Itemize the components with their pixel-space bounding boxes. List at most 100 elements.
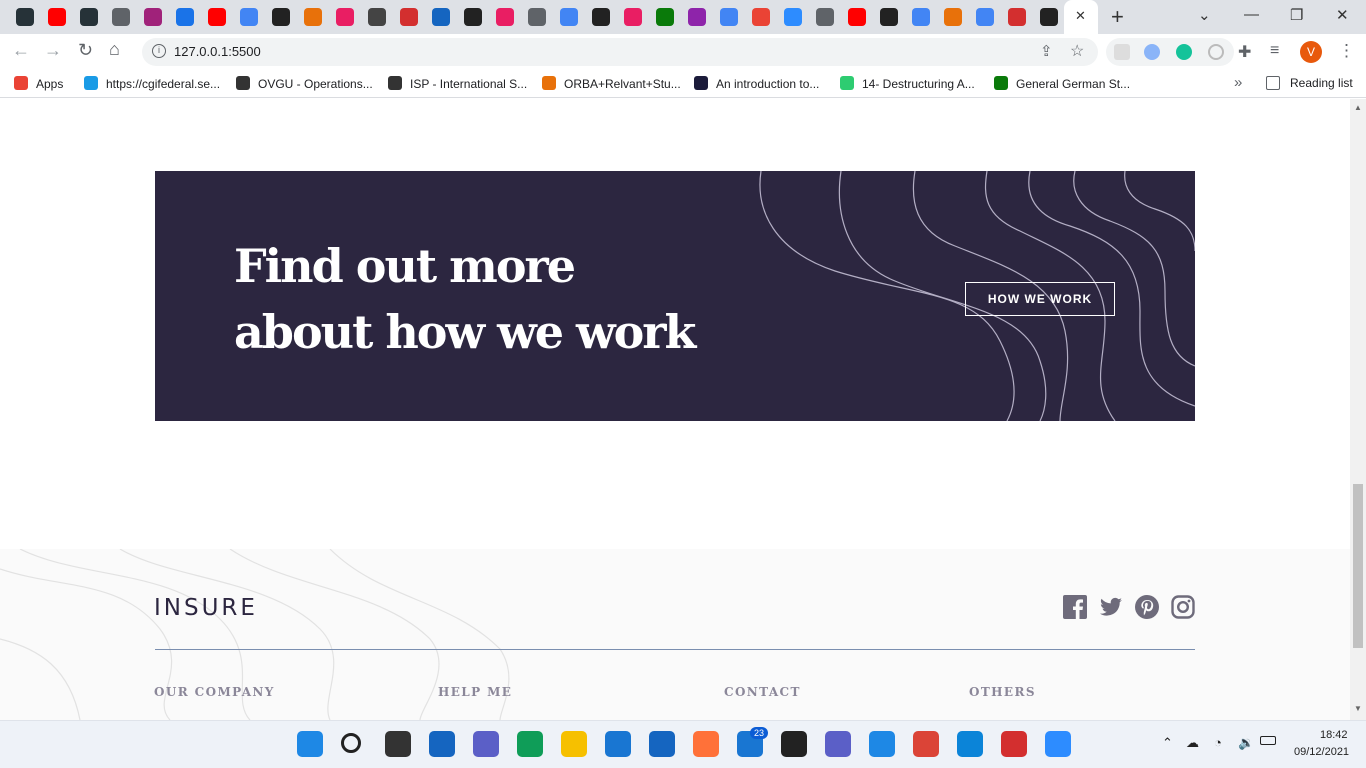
- widgets-icon[interactable]: [429, 731, 455, 757]
- tab-favicon-icon[interactable]: [752, 8, 770, 26]
- menu-icon[interactable]: ⋮: [1338, 41, 1355, 61]
- tab-favicon-icon[interactable]: [304, 8, 322, 26]
- how-we-work-button[interactable]: HOW WE WORK: [965, 282, 1115, 316]
- tab-favicon-icon[interactable]: [336, 8, 354, 26]
- file-explorer-icon[interactable]: [561, 731, 587, 757]
- clock-time[interactable]: 18:42: [1320, 729, 1348, 741]
- puzzle-icon[interactable]: ✚: [1238, 42, 1251, 62]
- onedrive-icon[interactable]: ☁: [1186, 735, 1199, 751]
- tab-favicon-icon[interactable]: [976, 8, 994, 26]
- acrobat-icon[interactable]: [1001, 731, 1027, 757]
- vscode-icon[interactable]: [869, 731, 895, 757]
- new-tab-button[interactable]: +: [1111, 4, 1124, 30]
- start-icon[interactable]: [297, 731, 323, 757]
- address-bar[interactable]: i 127.0.0.1:5500 ⇪ ☆: [142, 38, 1098, 66]
- tab-favicon-icon[interactable]: [656, 8, 674, 26]
- notepad-icon[interactable]: [957, 731, 983, 757]
- footer-logo[interactable]: INSURE: [154, 595, 258, 621]
- battery-icon[interactable]: [1260, 736, 1276, 745]
- tab-favicon-icon[interactable]: [272, 8, 290, 26]
- more-bookmarks[interactable]: »: [1234, 74, 1242, 91]
- tab-favicon-icon[interactable]: [944, 8, 962, 26]
- twitter-icon[interactable]: [1099, 595, 1123, 619]
- tab-search-icon[interactable]: ⌄: [1198, 6, 1211, 24]
- bookmark-item[interactable]: Apps: [14, 76, 63, 91]
- tab-favicon-icon[interactable]: [688, 8, 706, 26]
- tray-chevron-icon[interactable]: ⌃: [1162, 735, 1173, 751]
- profile-avatar[interactable]: V: [1300, 41, 1322, 63]
- tab-favicon-icon[interactable]: [496, 8, 514, 26]
- scrollbar-down-arrow[interactable]: ▼: [1354, 704, 1362, 713]
- restore-icon[interactable]: ❐: [1290, 6, 1303, 24]
- scrollbar-up-arrow[interactable]: ▲: [1354, 103, 1362, 112]
- wifi-icon[interactable]: ◔: [1214, 735, 1222, 750]
- teams-icon[interactable]: [825, 731, 851, 757]
- tab-favicon-icon[interactable]: [592, 8, 610, 26]
- tab-favicon-icon[interactable]: [848, 8, 866, 26]
- edge-icon[interactable]: [517, 731, 543, 757]
- tab-favicon-icon[interactable]: [624, 8, 642, 26]
- zoom-icon[interactable]: [1045, 731, 1071, 757]
- tab-favicon-icon[interactable]: [720, 8, 738, 26]
- extension-icon[interactable]: [1144, 44, 1160, 60]
- bookmark-item[interactable]: ISP - International S...: [388, 76, 527, 91]
- bookmark-item[interactable]: https://cgifederal.se...: [84, 76, 220, 91]
- bookmark-item[interactable]: General German St...: [994, 76, 1130, 91]
- tab-favicon-icon[interactable]: [784, 8, 802, 26]
- scrollbar-thumb[interactable]: [1353, 484, 1363, 648]
- tab-favicon-icon[interactable]: [16, 8, 34, 26]
- tab-favicon-icon[interactable]: [208, 8, 226, 26]
- reload-icon[interactable]: ↻: [78, 40, 93, 61]
- media-icon[interactable]: ≡: [1270, 42, 1279, 60]
- home-icon[interactable]: ⌂: [109, 39, 120, 60]
- tab-favicon-icon[interactable]: [880, 8, 898, 26]
- tab-favicon-icon[interactable]: [528, 8, 546, 26]
- pinterest-icon[interactable]: [1135, 595, 1159, 619]
- grammarly-icon[interactable]: [1176, 44, 1192, 60]
- firefox-icon[interactable]: [693, 731, 719, 757]
- tab-favicon-icon[interactable]: [368, 8, 386, 26]
- tab-favicon-icon[interactable]: [112, 8, 130, 26]
- tab-favicon-icon[interactable]: [1040, 8, 1058, 26]
- search-icon[interactable]: [341, 733, 361, 753]
- active-tab[interactable]: ✕: [1064, 0, 1098, 34]
- chrome-icon[interactable]: [913, 731, 939, 757]
- extension-icon[interactable]: [1114, 44, 1130, 60]
- page-scrollbar[interactable]: ▲ ▼: [1350, 99, 1366, 720]
- minimize-icon[interactable]: —: [1244, 6, 1259, 23]
- tab-favicon-icon[interactable]: [816, 8, 834, 26]
- tab-favicon-icon[interactable]: [400, 8, 418, 26]
- clock-date[interactable]: 09/12/2021: [1294, 746, 1349, 758]
- mail-icon[interactable]: [649, 731, 675, 757]
- url-text[interactable]: 127.0.0.1:5500: [174, 44, 261, 59]
- task-view-icon[interactable]: [385, 731, 411, 757]
- bookmark-item[interactable]: OVGU - Operations...: [236, 76, 373, 91]
- store-icon[interactable]: [605, 731, 631, 757]
- terminal-icon[interactable]: [781, 731, 807, 757]
- tab-favicon-icon[interactable]: [432, 8, 450, 26]
- facebook-icon[interactable]: [1063, 595, 1087, 619]
- site-info-icon[interactable]: i: [152, 44, 166, 58]
- bookmark-star-icon[interactable]: ☆: [1070, 41, 1084, 61]
- reading-list-icon[interactable]: [1266, 76, 1280, 90]
- tab-favicon-icon[interactable]: [912, 8, 930, 26]
- window-close-icon[interactable]: ✕: [1336, 6, 1349, 24]
- tab-favicon-icon[interactable]: [1008, 8, 1026, 26]
- reading-list[interactable]: Reading list: [1290, 76, 1353, 90]
- bookmark-item[interactable]: An introduction to...: [694, 76, 819, 91]
- share-icon[interactable]: ⇪: [1040, 42, 1053, 60]
- bookmark-item[interactable]: 14- Destructuring A...: [840, 76, 975, 91]
- tab-favicon-icon[interactable]: [560, 8, 578, 26]
- tab-favicon-icon[interactable]: [176, 8, 194, 26]
- extension-icon[interactable]: [1208, 44, 1224, 60]
- tab-favicon-icon[interactable]: [240, 8, 258, 26]
- tab-favicon-icon[interactable]: [144, 8, 162, 26]
- tab-close-icon[interactable]: ✕: [1075, 8, 1086, 24]
- chat-icon[interactable]: [473, 731, 499, 757]
- forward-icon[interactable]: →: [44, 40, 62, 61]
- tab-favicon-icon[interactable]: [80, 8, 98, 26]
- back-icon[interactable]: ←: [12, 40, 30, 61]
- tab-favicon-icon[interactable]: [48, 8, 66, 26]
- bookmark-item[interactable]: ORBA+Relvant+Stu...: [542, 76, 681, 91]
- instagram-icon[interactable]: [1171, 595, 1195, 619]
